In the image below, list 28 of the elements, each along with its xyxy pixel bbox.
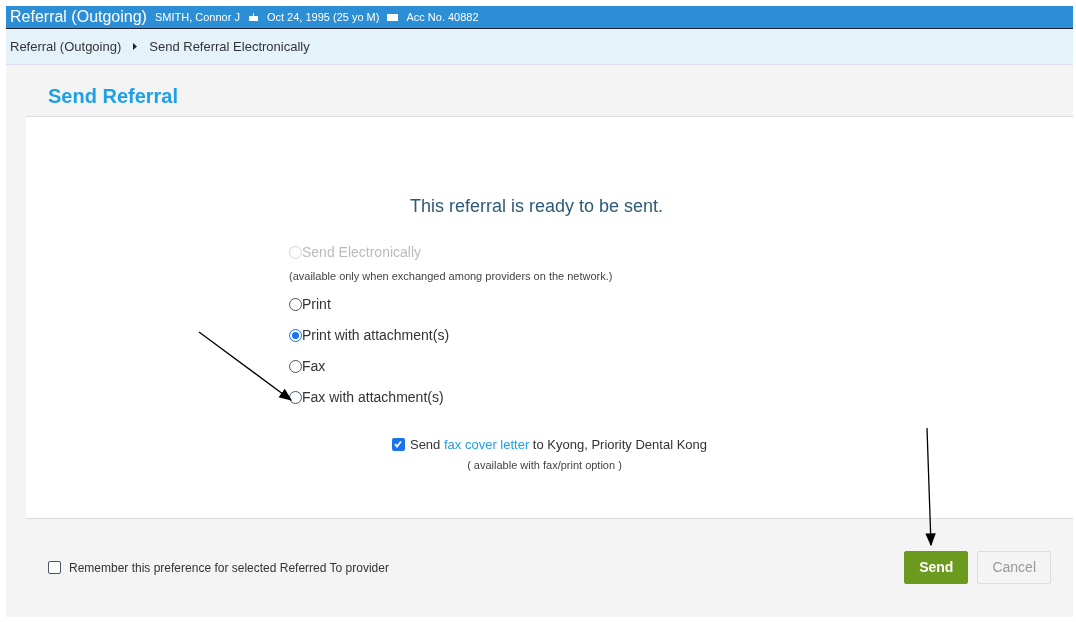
header-title: Referral (Outgoing) <box>10 9 147 25</box>
option-label: Print with attachment(s) <box>302 325 450 345</box>
radio-button[interactable] <box>289 328 302 342</box>
patient-name: SMITH, Connor J <box>154 9 240 25</box>
breadcrumb-item[interactable]: Referral (Outgoing) <box>10 36 122 57</box>
cover-letter-text: Send fax cover letter to Kyong, Priority Dental Kong <box>409 435 707 454</box>
remember-label: Remember this preference for selected Referred To provider <box>69 559 389 577</box>
card-icon <box>387 12 399 22</box>
cover-letter-note: ( available with fax/print option ) <box>467 458 622 473</box>
option-note: (available only when exchanged among providers on the network.) <box>289 269 613 284</box>
option-label: Print <box>302 294 331 314</box>
cover-letter-link[interactable]: fax cover letter <box>443 436 530 452</box>
radio-button[interactable] <box>289 297 302 311</box>
panel-title: Send Referral <box>48 83 179 109</box>
breadcrumb-item[interactable]: Send Referral Electronically <box>149 36 310 57</box>
account-number: Acc No. 40882 <box>406 9 479 25</box>
cake-icon <box>247 12 259 22</box>
option-label: Fax with attachment(s) <box>302 387 444 407</box>
checkbox[interactable] <box>48 561 61 574</box>
ready-message: This referral is ready to be sent. <box>410 195 664 218</box>
option-label: Send Electronically <box>302 243 422 262</box>
caret-icon <box>133 43 138 50</box>
birth-date: Oct 24, 1995 (25 yo M) <box>266 9 380 25</box>
send-button[interactable]: Send <box>904 551 969 584</box>
checkbox[interactable] <box>391 437 405 451</box>
option-label: Fax <box>302 356 326 376</box>
radio-button[interactable] <box>289 359 302 373</box>
radio-button[interactable] <box>289 390 302 404</box>
